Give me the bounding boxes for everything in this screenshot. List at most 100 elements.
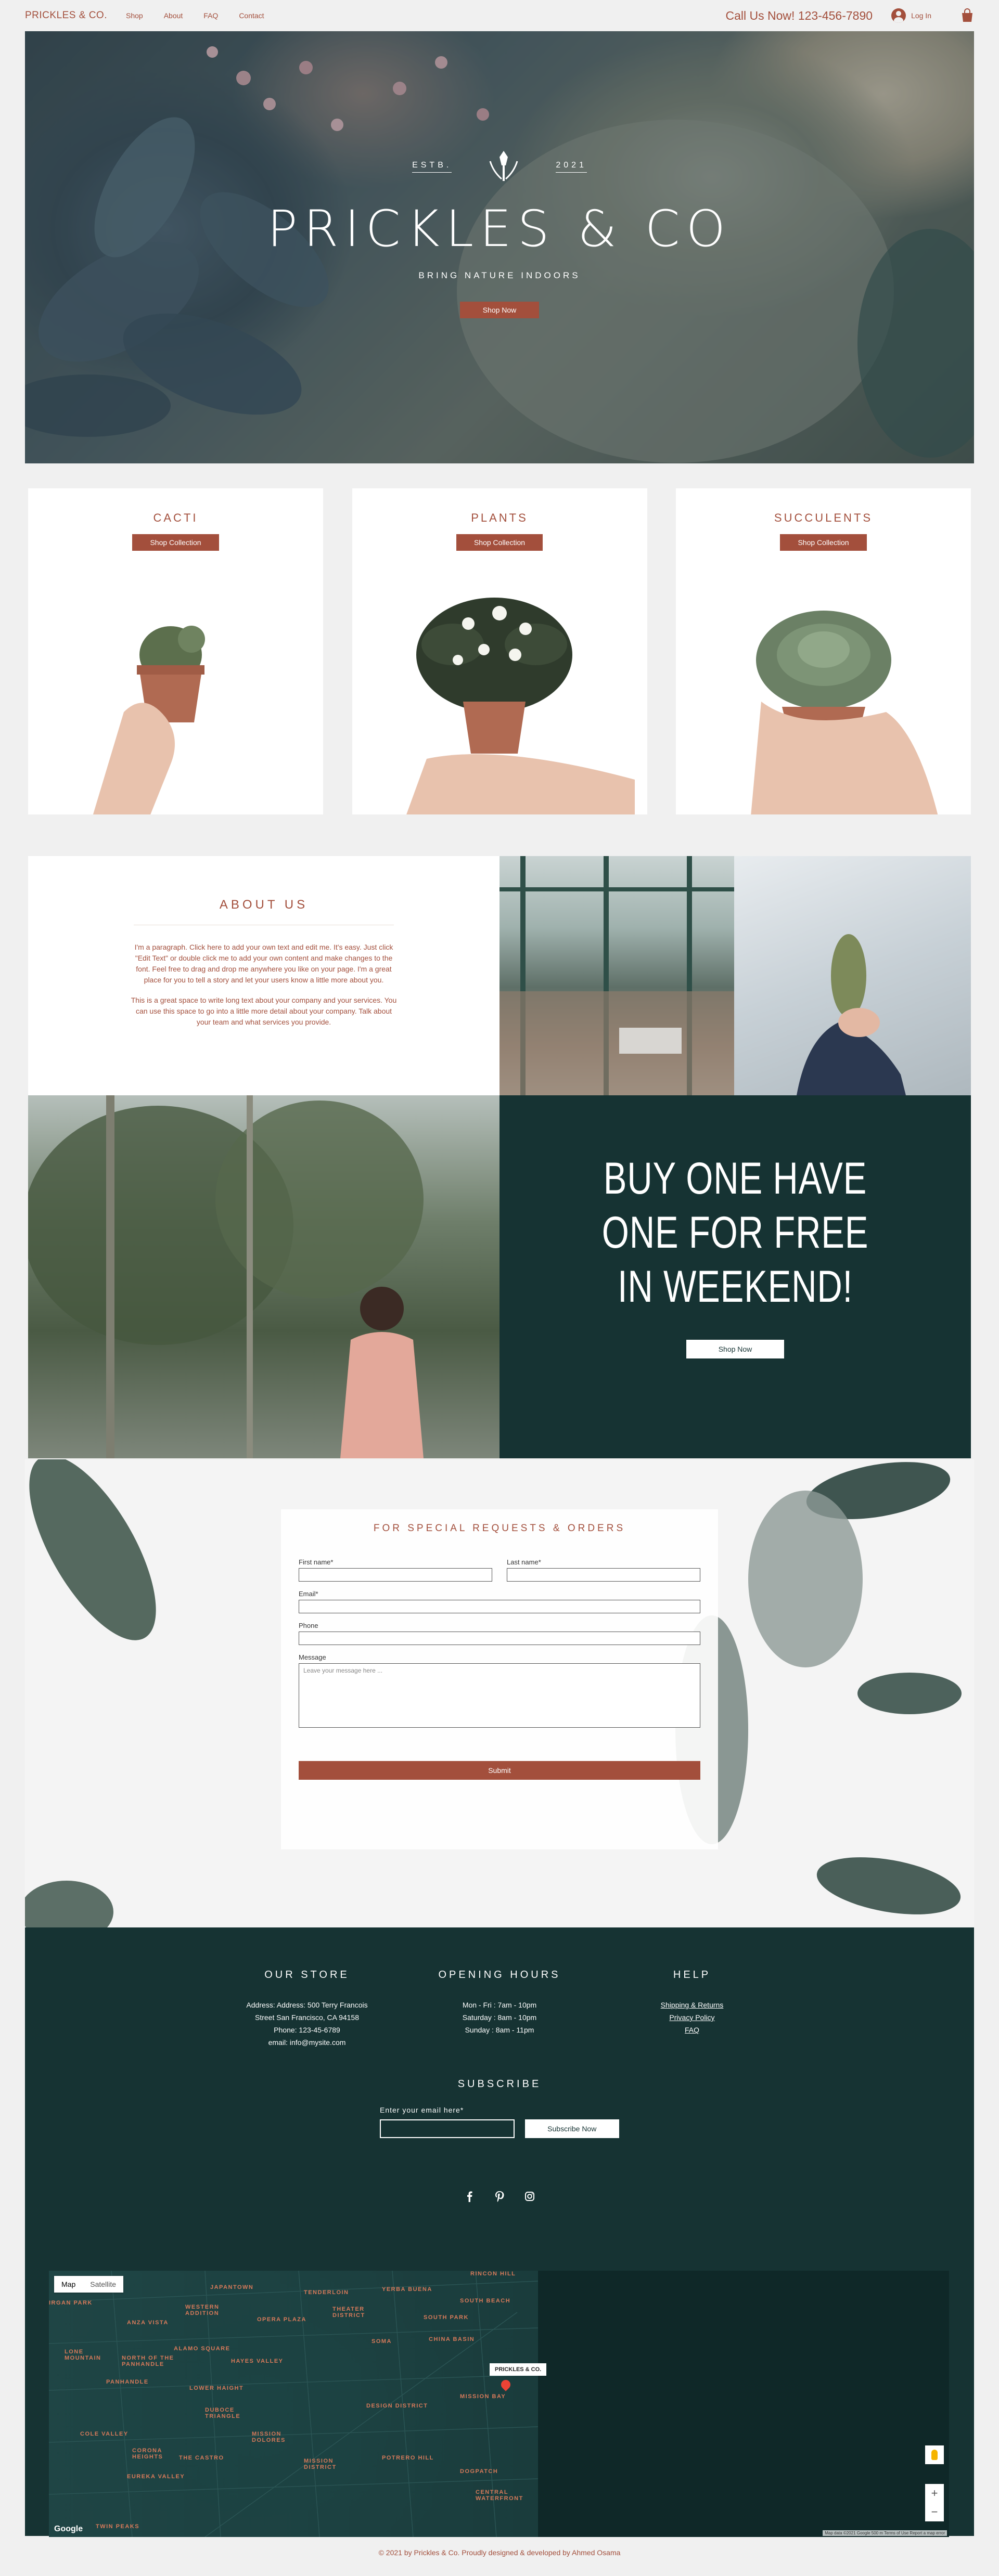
about-paragraph-2: This is a great space to write long text… bbox=[131, 996, 397, 1026]
map-label: EUREKA VALLEY bbox=[127, 2474, 185, 2480]
contact-section: FOR SPECIAL REQUESTS & ORDERS First name… bbox=[25, 1459, 974, 1927]
map-label: MISSION BAY bbox=[460, 2393, 506, 2400]
phone-number: Call Us Now! 123-456-7890 bbox=[725, 8, 873, 22]
shop-collection-button[interactable]: Shop Collection bbox=[780, 534, 867, 551]
nav-about[interactable]: About bbox=[164, 11, 183, 20]
map-label: CHINA BASIN bbox=[429, 2336, 475, 2342]
phone-input[interactable] bbox=[299, 1632, 700, 1645]
hours-line: Mon - Fri : 7am - 10pm bbox=[462, 2001, 537, 2009]
map-label: POTRERO HILL bbox=[382, 2455, 434, 2461]
shop-collection-button[interactable]: Shop Collection bbox=[132, 534, 219, 551]
greenhouse-illustration bbox=[499, 856, 734, 1095]
promo-line-3: IN WEEKEND! bbox=[617, 1262, 853, 1312]
shop-collection-button[interactable]: Shop Collection bbox=[456, 534, 543, 551]
map-label: YERBA BUENA bbox=[382, 2286, 432, 2293]
last-name-input[interactable] bbox=[507, 1568, 700, 1582]
avatar-icon bbox=[891, 8, 906, 23]
map-label: ALAMO SQUARE bbox=[174, 2346, 230, 2352]
nav-shop[interactable]: Shop bbox=[126, 11, 143, 20]
hero-subtitle: BRING NATURE INDOORS bbox=[418, 270, 581, 280]
message-textarea[interactable]: Leave your message here ... bbox=[299, 1663, 700, 1728]
brand-logo[interactable]: PRICKLES & CO. bbox=[25, 10, 107, 21]
map-label: THEATER DISTRICT bbox=[332, 2306, 365, 2319]
store-map[interactable]: Map Satellite RINCON HILL JAPANTOWN TEND… bbox=[49, 2271, 949, 2537]
map-label: CENTRAL WATERFRONT bbox=[476, 2489, 523, 2502]
cactus-in-hand-image bbox=[93, 626, 205, 814]
hero-banner: ESTB. 2021 PRICKLES & CO BRING NATURE IN… bbox=[25, 31, 974, 463]
collection-card-plants: PLANTS Shop Collection bbox=[352, 488, 647, 814]
message-label: Message bbox=[299, 1653, 326, 1661]
satellite-tab[interactable]: Satellite bbox=[83, 2276, 123, 2293]
facebook-icon[interactable] bbox=[464, 2191, 475, 2202]
subscribe-row: Subscribe Now bbox=[380, 2119, 619, 2138]
faq-link[interactable]: FAQ bbox=[596, 2024, 788, 2036]
map-label: OPERA PLAZA bbox=[257, 2316, 306, 2323]
nav-contact[interactable]: Contact bbox=[239, 11, 264, 20]
map-label: DESIGN DISTRICT bbox=[366, 2403, 428, 2409]
login-button[interactable]: Log In bbox=[891, 8, 931, 23]
phone-label: Phone bbox=[299, 1622, 318, 1629]
header-right: Call Us Now! 123-456-7890 Log In bbox=[726, 8, 974, 23]
submit-button[interactable]: Submit bbox=[299, 1761, 700, 1780]
subscribe-button[interactable]: Subscribe Now bbox=[524, 2119, 619, 2138]
footer-help: HELP Shipping & Returns Privacy Policy F… bbox=[596, 1969, 788, 2049]
zoom-in-button[interactable]: + bbox=[925, 2484, 944, 2503]
phone-field: Phone bbox=[299, 1622, 700, 1645]
subscribe-label: Enter your email here* bbox=[380, 2106, 464, 2114]
woman-in-greenhouse-image bbox=[28, 1095, 499, 1458]
map-label: WESTERN ADDITION bbox=[185, 2304, 220, 2316]
map-pin-label: PRICKLES & CO. bbox=[490, 2363, 547, 2376]
hours-line: Sunday : 8am - 11pm bbox=[465, 2026, 534, 2034]
first-name-input[interactable] bbox=[299, 1568, 492, 1582]
map-type-toggle: Map Satellite bbox=[54, 2276, 124, 2293]
privacy-policy-link[interactable]: Privacy Policy bbox=[596, 2011, 788, 2024]
greenhouse-image bbox=[499, 856, 734, 1095]
shipping-returns-link[interactable]: Shipping & Returns bbox=[596, 1999, 788, 2011]
map-label: PANHANDLE bbox=[106, 2379, 149, 2385]
footer-store: OUR STORE Address: Address: 500 Terry Fr… bbox=[211, 1969, 403, 2049]
nav-faq[interactable]: FAQ bbox=[203, 11, 218, 20]
map-label: THE CASTRO bbox=[179, 2455, 224, 2461]
request-form: FOR SPECIAL REQUESTS & ORDERS First name… bbox=[281, 1509, 718, 1849]
footer-hours: OPENING HOURS Mon - Fri : 7am - 10pm Sat… bbox=[403, 1969, 596, 2049]
map-label: DUBOCE TRIANGLE bbox=[205, 2407, 241, 2419]
leaf-illustration bbox=[797, 934, 906, 1095]
subscribe-title: SUBSCRIBE bbox=[457, 2078, 542, 2090]
cart-icon[interactable] bbox=[960, 8, 974, 23]
subscribe-email-input[interactable] bbox=[380, 2119, 515, 2138]
hero-shop-now-button[interactable]: Shop Now bbox=[459, 302, 540, 318]
map-label: LOWER HAIGHT bbox=[189, 2385, 244, 2391]
store-line: email: info@mysite.com bbox=[268, 2038, 346, 2047]
map-label: SOMA bbox=[372, 2338, 392, 2345]
shovel-logo-icon bbox=[489, 151, 518, 181]
street-view-icon[interactable] bbox=[925, 2445, 944, 2464]
map-label: MISSION DOLORES bbox=[252, 2431, 286, 2443]
google-logo: Google bbox=[54, 2525, 83, 2533]
first-name-label: First name* bbox=[299, 1558, 334, 1566]
email-input[interactable] bbox=[299, 1600, 700, 1613]
zoom-out-button[interactable]: − bbox=[925, 2503, 944, 2521]
store-title: OUR STORE bbox=[264, 1969, 350, 1980]
first-name-field: First name* bbox=[299, 1558, 492, 1582]
email-label: Email* bbox=[299, 1590, 318, 1598]
pinterest-icon[interactable] bbox=[494, 2191, 505, 2202]
last-name-field: Last name* bbox=[507, 1558, 700, 1582]
hero-title: PRICKLES & CO bbox=[267, 200, 732, 258]
page: PRICKLES & CO. Shop About FAQ Contact Ca… bbox=[0, 0, 999, 2576]
map-terms[interactable]: Map data ©2021 Google 500 m Terms of Use… bbox=[823, 2530, 947, 2536]
instagram-icon[interactable] bbox=[524, 2191, 535, 2202]
map-label: TWIN PEAKS bbox=[96, 2523, 140, 2530]
succulent-in-hands-image bbox=[750, 611, 938, 814]
social-links bbox=[25, 2191, 974, 2202]
flowering-plant-in-hand-image bbox=[406, 598, 635, 814]
map-label: TENDERLOIN bbox=[304, 2289, 349, 2296]
estb-row: ESTB. 2021 bbox=[25, 146, 974, 187]
form-title: FOR SPECIAL REQUESTS & ORDERS bbox=[373, 1523, 626, 1534]
map-tab[interactable]: Map bbox=[54, 2276, 83, 2293]
map-label: DOGPATCH bbox=[460, 2468, 498, 2475]
hours-title: OPENING HOURS bbox=[438, 1969, 561, 1980]
promo-line-2: ONE FOR FREE bbox=[601, 1208, 869, 1258]
promo-shop-now-button[interactable]: Shop Now bbox=[686, 1340, 785, 1358]
site-header: PRICKLES & CO. Shop About FAQ Contact Ca… bbox=[25, 0, 974, 31]
collection-card-cacti: CACTI Shop Collection bbox=[28, 488, 323, 814]
